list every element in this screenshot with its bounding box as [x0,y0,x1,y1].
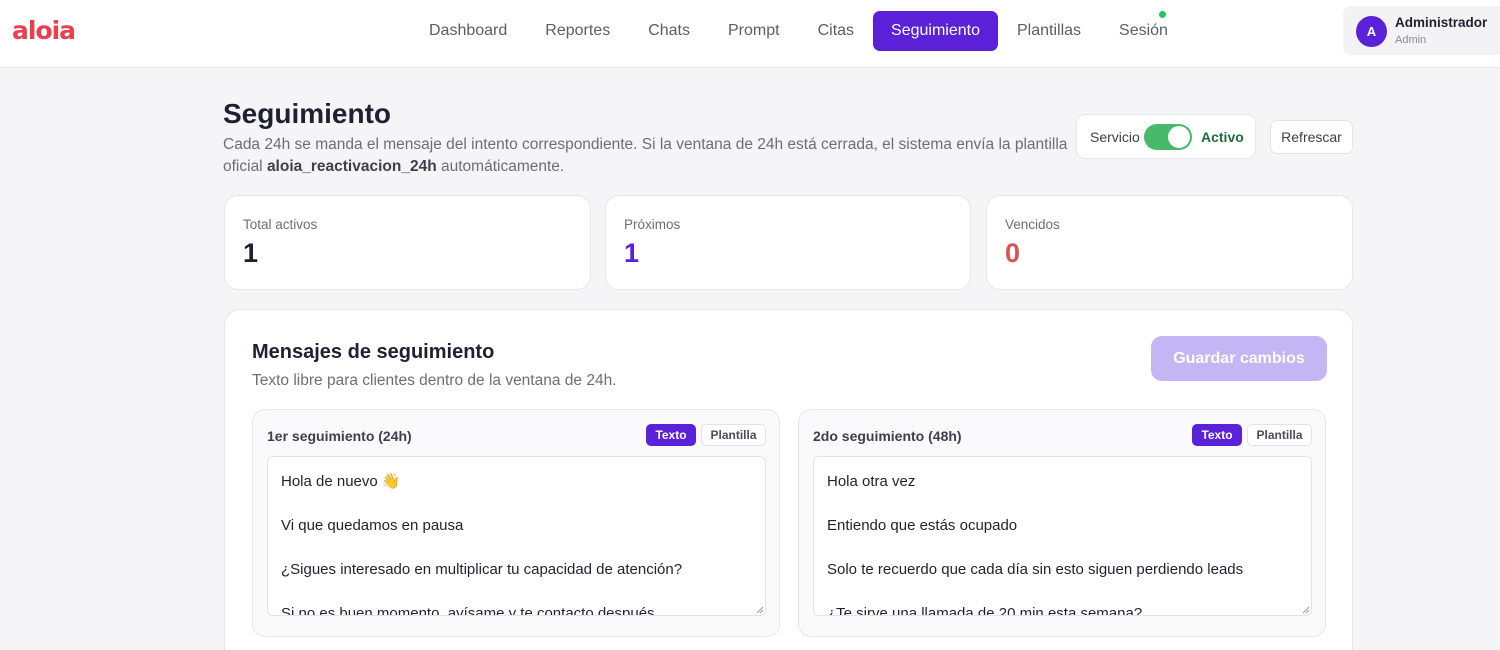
panel-title: Mensajes de seguimiento [252,341,495,363]
stat-label: Total activos [243,217,318,232]
aloia-logo[interactable]: aloia [12,16,76,45]
nav-item-chats[interactable]: Chats [629,11,709,51]
message-line: Si no es buen momento, avísame y te cont… [281,605,659,616]
stat-label: Vencidos [1005,217,1060,232]
service-label: Servicio [1090,129,1140,145]
message-line: Hola otra vez [827,473,916,490]
followup-title: 1er seguimiento (24h) [267,428,412,444]
message-line: Hola de nuevo 👋 [281,473,401,490]
mode-text-button[interactable]: Texto [646,424,696,446]
main-nav: Dashboard Reportes Chats Prompt Citas Se… [410,11,1187,51]
user-name: Administrador [1395,15,1488,30]
panel-description: Texto libre para clientes dentro de la v… [252,372,617,389]
mode-template-button[interactable]: Plantilla [1247,424,1312,446]
message-line: ¿Te sirve una llamada de 20 min esta sem… [827,605,1143,616]
followup-card-1: 1er seguimiento (24h) Texto Plantilla Ho… [252,409,780,637]
nav-item-plantillas[interactable]: Plantillas [998,11,1100,51]
followup-messages-panel: Mensajes de seguimiento Texto libre para… [224,309,1353,650]
followup-message-textarea[interactable]: Hola otra vez Entiendo que estás ocupado… [813,456,1312,616]
followup-card-2: 2do seguimiento (48h) Texto Plantilla Ho… [798,409,1326,637]
nav-item-dashboard[interactable]: Dashboard [410,11,526,51]
toggle-knob [1168,126,1190,148]
nav-item-reportes[interactable]: Reportes [526,11,629,51]
resize-handle-icon[interactable] [754,604,764,614]
refresh-button[interactable]: Refrescar [1270,120,1353,154]
page-desc-suffix: automáticamente. [436,158,565,175]
message-line: Solo te recuerdo que cada día sin esto s… [827,561,1244,578]
stat-card-proximos: Próximos 1 [605,195,971,290]
stat-value: 1 [624,238,640,268]
stat-card-total-activos: Total activos 1 [224,195,591,290]
save-changes-button[interactable]: Guardar cambios [1151,336,1327,381]
followup-message-textarea[interactable]: Hola de nuevo 👋 Vi que quedamos en pausa… [267,456,766,616]
message-line: Vi que quedamos en pausa [281,517,464,534]
stat-value: 0 [1005,238,1021,268]
resize-handle-icon[interactable] [1300,604,1310,614]
mode-template-button[interactable]: Plantilla [701,424,766,446]
followup-title: 2do seguimiento (48h) [813,428,962,444]
nav-item-seguimiento[interactable]: Seguimiento [873,11,998,51]
session-status-dot [1159,11,1166,18]
nav-item-prompt[interactable]: Prompt [709,11,799,51]
avatar: A [1356,16,1387,47]
stat-label: Próximos [624,217,681,232]
mode-text-button[interactable]: Texto [1192,424,1242,446]
user-menu[interactable]: A Administrador Admin [1343,6,1500,55]
service-toggle[interactable] [1144,124,1192,150]
stat-card-vencidos: Vencidos 0 [986,195,1353,290]
top-bar: aloia Dashboard Reportes Chats Prompt Ci… [0,0,1500,68]
stat-value: 1 [243,238,259,268]
nav-item-sesion[interactable]: Sesión [1100,11,1187,51]
template-name: aloia_reactivacion_24h [266,158,437,175]
service-control: Servicio Activo [1076,114,1256,159]
page-title: Seguimiento [223,98,392,129]
message-line: ¿Sigues interesado en multiplicar tu cap… [281,561,683,578]
user-role: Admin [1395,34,1427,46]
message-line: Entiendo que estás ocupado [827,517,1018,534]
service-state: Activo [1201,129,1244,145]
page-description: Cada 24h se manda el mensaje del intento… [223,134,1073,178]
nav-item-citas[interactable]: Citas [799,11,873,51]
